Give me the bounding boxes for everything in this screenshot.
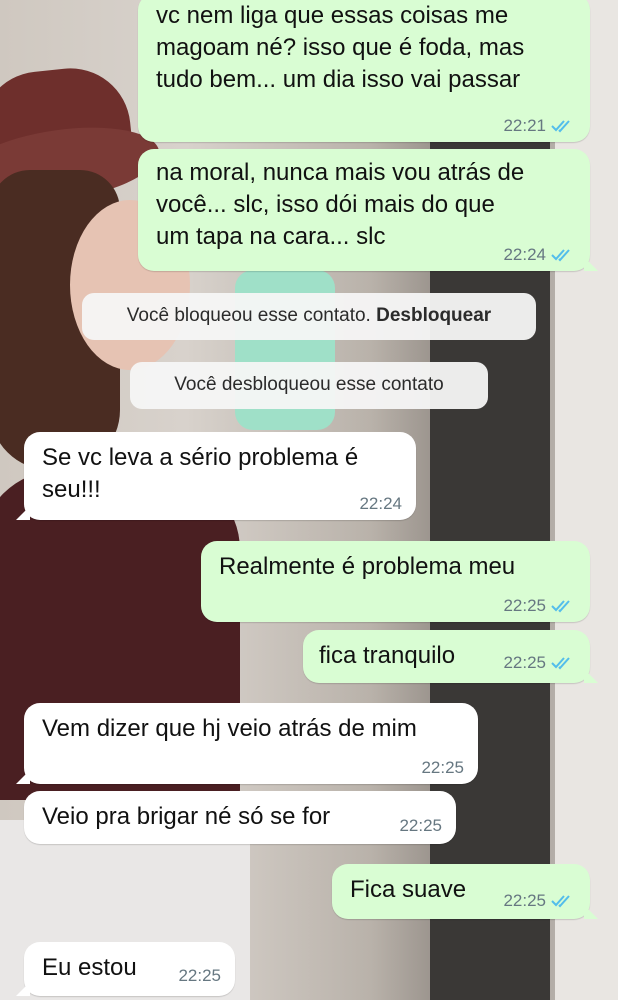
double-check-icon xyxy=(551,249,570,262)
message-bubble-outgoing[interactable]: vc nem liga que essas coisas me magoam n… xyxy=(138,0,590,142)
bubble-tail xyxy=(16,506,30,520)
message-meta: 22:25 xyxy=(503,596,576,616)
message-meta: 22:21 xyxy=(503,116,576,136)
message-bubble-incoming[interactable]: Vem dizer que hj veio atrás de mim 22:25 xyxy=(16,703,478,784)
message-meta: 22:25 xyxy=(503,653,576,673)
double-check-icon xyxy=(551,600,570,613)
message-time: 22:25 xyxy=(421,758,464,777)
bubble-tail xyxy=(584,669,598,683)
double-check-icon xyxy=(551,657,570,670)
double-check-icon xyxy=(551,120,570,133)
message-bubble-incoming[interactable]: Eu estou 22:25 xyxy=(16,942,235,996)
message-meta: 22:25 xyxy=(178,966,221,986)
bubble-tail xyxy=(16,982,30,996)
bubble-tail xyxy=(584,257,598,271)
message-bubble-outgoing[interactable]: Fica suave 22:25 xyxy=(332,864,598,919)
message-text: vc nem liga que essas coisas me magoam n… xyxy=(156,2,525,93)
system-notice-unblocked: Você desbloqueou esse contato xyxy=(130,362,488,409)
message-text: Vem dizer que hj veio atrás de mim xyxy=(42,715,417,742)
unblocked-notice-text: Você desbloqueou esse contato xyxy=(174,374,444,395)
message-text: Veio pra brigar né só se for xyxy=(42,803,331,830)
system-notice-blocked: Você bloqueou esse contato. Desbloquear xyxy=(82,293,536,340)
message-text: na moral, nunca mais vou atrás de você..… xyxy=(156,159,525,250)
blocked-notice-text: Você bloqueou esse contato. xyxy=(126,305,371,326)
message-bubble-outgoing[interactable]: Realmente é problema meu 22:25 xyxy=(201,541,590,622)
message-bubble-outgoing[interactable]: na moral, nunca mais vou atrás de você..… xyxy=(138,149,598,271)
message-meta: 22:25 xyxy=(421,758,464,778)
message-time: 22:25 xyxy=(178,966,221,985)
message-time: 22:25 xyxy=(503,891,546,910)
message-bubble-outgoing[interactable]: fica tranquilo 22:25 xyxy=(303,630,598,683)
message-time: 22:24 xyxy=(503,245,546,264)
message-meta: 22:25 xyxy=(503,891,576,911)
message-time: 22:21 xyxy=(503,116,546,135)
message-text: Se vc leva a sério problema é seu!!! xyxy=(42,444,359,503)
message-text: Realmente é problema meu xyxy=(219,553,516,580)
message-meta: 22:24 xyxy=(359,494,402,514)
double-check-icon xyxy=(551,895,570,908)
message-bubble-incoming[interactable]: Se vc leva a sério problema é seu!!! 22:… xyxy=(16,432,416,520)
bubble-tail xyxy=(16,770,30,784)
message-meta: 22:25 xyxy=(399,816,442,836)
message-time: 22:25 xyxy=(503,653,546,672)
message-time: 22:25 xyxy=(503,596,546,615)
message-meta: 22:24 xyxy=(503,245,576,265)
bubble-tail xyxy=(584,905,598,919)
message-time: 22:24 xyxy=(359,494,402,513)
message-time: 22:25 xyxy=(399,816,442,835)
message-bubble-incoming[interactable]: Veio pra brigar né só se for 22:25 xyxy=(24,791,456,844)
unblock-link[interactable]: Desbloquear xyxy=(376,305,491,326)
